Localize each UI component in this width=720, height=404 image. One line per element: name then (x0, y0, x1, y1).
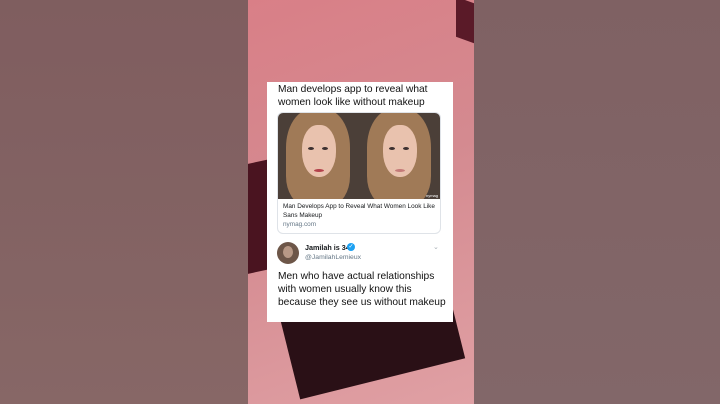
user-avatar[interactable] (277, 242, 299, 264)
woman-photo-with-makeup (278, 113, 359, 199)
woman-photo-without-makeup (359, 113, 440, 199)
blurred-background-left (0, 0, 248, 404)
image-source-tag: nymag (425, 193, 438, 198)
article-domain: nymag.com (283, 221, 317, 228)
tweet-text: Men who have actual relationships with w… (278, 271, 446, 309)
article-image: nymag (278, 113, 440, 199)
verified-badge-icon: ✓ (347, 243, 355, 251)
article-preview-card[interactable]: nymag Man Develops App to Reveal What Wo… (277, 112, 441, 234)
tweet-handle[interactable]: @JamilahLemieux (305, 254, 361, 261)
blurred-background-right (474, 0, 720, 404)
dark-background-shape (456, 0, 474, 44)
tweet-display-name[interactable]: Jamilah is 34 (305, 243, 350, 252)
article-title: Man Develops App to Reveal What Women Lo… (283, 203, 435, 219)
tweet-headline: Man develops app to reveal what women lo… (278, 84, 428, 108)
chevron-down-icon[interactable]: ⌄ (433, 243, 439, 251)
